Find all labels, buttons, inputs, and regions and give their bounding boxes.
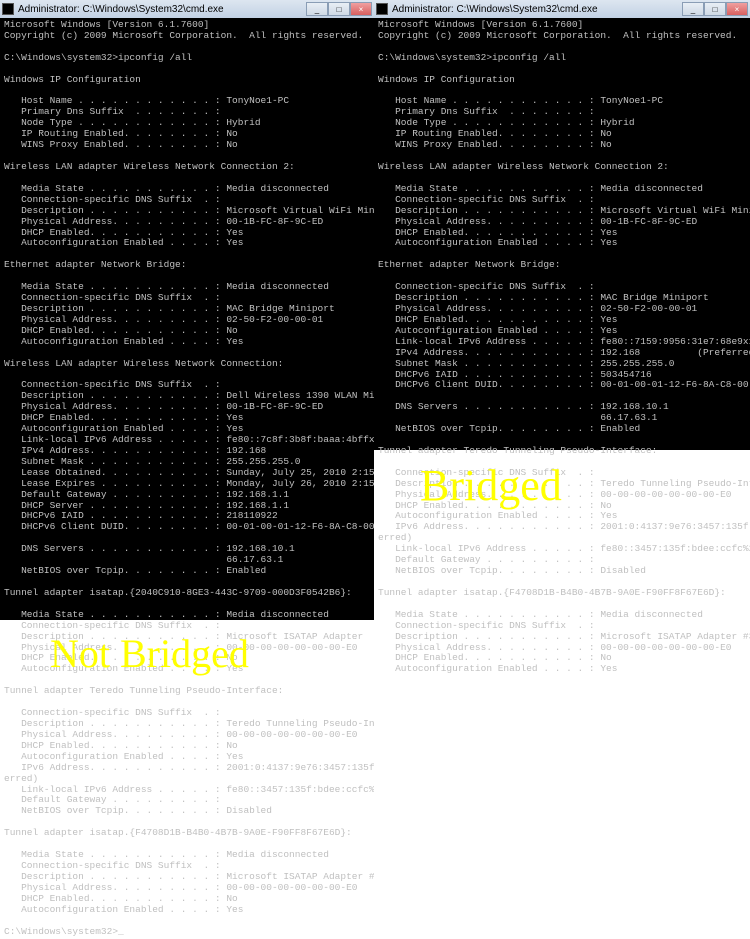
section-title: Wireless LAN adapter Wireless Network Co…	[4, 161, 295, 172]
terminal-output[interactable]: Microsoft Windows [Version 6.1.7600] Cop…	[374, 18, 750, 677]
close-button[interactable]: ×	[726, 2, 748, 16]
section-title: Windows IP Configuration	[4, 74, 141, 85]
cmd-icon	[376, 3, 388, 15]
section-title: Ethernet adapter Network Bridge:	[4, 259, 186, 270]
section-title: Wireless LAN adapter Wireless Network Co…	[378, 161, 669, 172]
cmd-icon	[2, 3, 14, 15]
section-title: Tunnel adapter isatap.{F4708D1B-B4B0-4B7…	[378, 587, 726, 598]
section-title: Tunnel adapter Teredo Tunneling Pseudo-I…	[378, 445, 657, 456]
prompt: C:\Windows\system32>ipconfig /all	[4, 52, 192, 63]
annotation-bridged: Bridged	[420, 460, 562, 511]
cmd-window-right: Administrator: C:\Windows\System32\cmd.e…	[374, 0, 750, 450]
section-title: Windows IP Configuration	[378, 74, 515, 85]
close-button[interactable]: ×	[350, 2, 372, 16]
prompt[interactable]: C:\Windows\system32>_	[4, 926, 124, 937]
section-title: Ethernet adapter Network Bridge:	[378, 259, 560, 270]
prompt: C:\Windows\system32>ipconfig /all	[378, 52, 566, 63]
section-title: Wireless LAN adapter Wireless Network Co…	[4, 358, 283, 369]
window-controls: _ □ ×	[682, 2, 748, 16]
titlebar-left[interactable]: Administrator: C:\Windows\System32\cmd.e…	[0, 0, 374, 18]
section-title: Tunnel adapter isatap.{2040C910-8GE3-443…	[4, 587, 352, 598]
section-title: Tunnel adapter Teredo Tunneling Pseudo-I…	[4, 685, 283, 696]
annotation-not-bridged: Not Bridged	[50, 630, 249, 677]
cmd-window-left: Administrator: C:\Windows\System32\cmd.e…	[0, 0, 374, 620]
window-controls: _ □ ×	[306, 2, 372, 16]
minimize-button[interactable]: _	[682, 2, 704, 16]
maximize-button[interactable]: □	[704, 2, 726, 16]
maximize-button[interactable]: □	[328, 2, 350, 16]
minimize-button[interactable]: _	[306, 2, 328, 16]
terminal-output[interactable]: Microsoft Windows [Version 6.1.7600] Cop…	[0, 18, 374, 939]
titlebar-right[interactable]: Administrator: C:\Windows\System32\cmd.e…	[374, 0, 750, 18]
window-title: Administrator: C:\Windows\System32\cmd.e…	[392, 4, 598, 15]
header2: Copyright (c) 2009 Microsoft Corporation…	[4, 30, 363, 41]
window-title: Administrator: C:\Windows\System32\cmd.e…	[18, 4, 224, 15]
section-title: Tunnel adapter isatap.{F4708D1B-B4B0-4B7…	[4, 827, 352, 838]
header1: Microsoft Windows [Version 6.1.7600]	[4, 19, 209, 30]
